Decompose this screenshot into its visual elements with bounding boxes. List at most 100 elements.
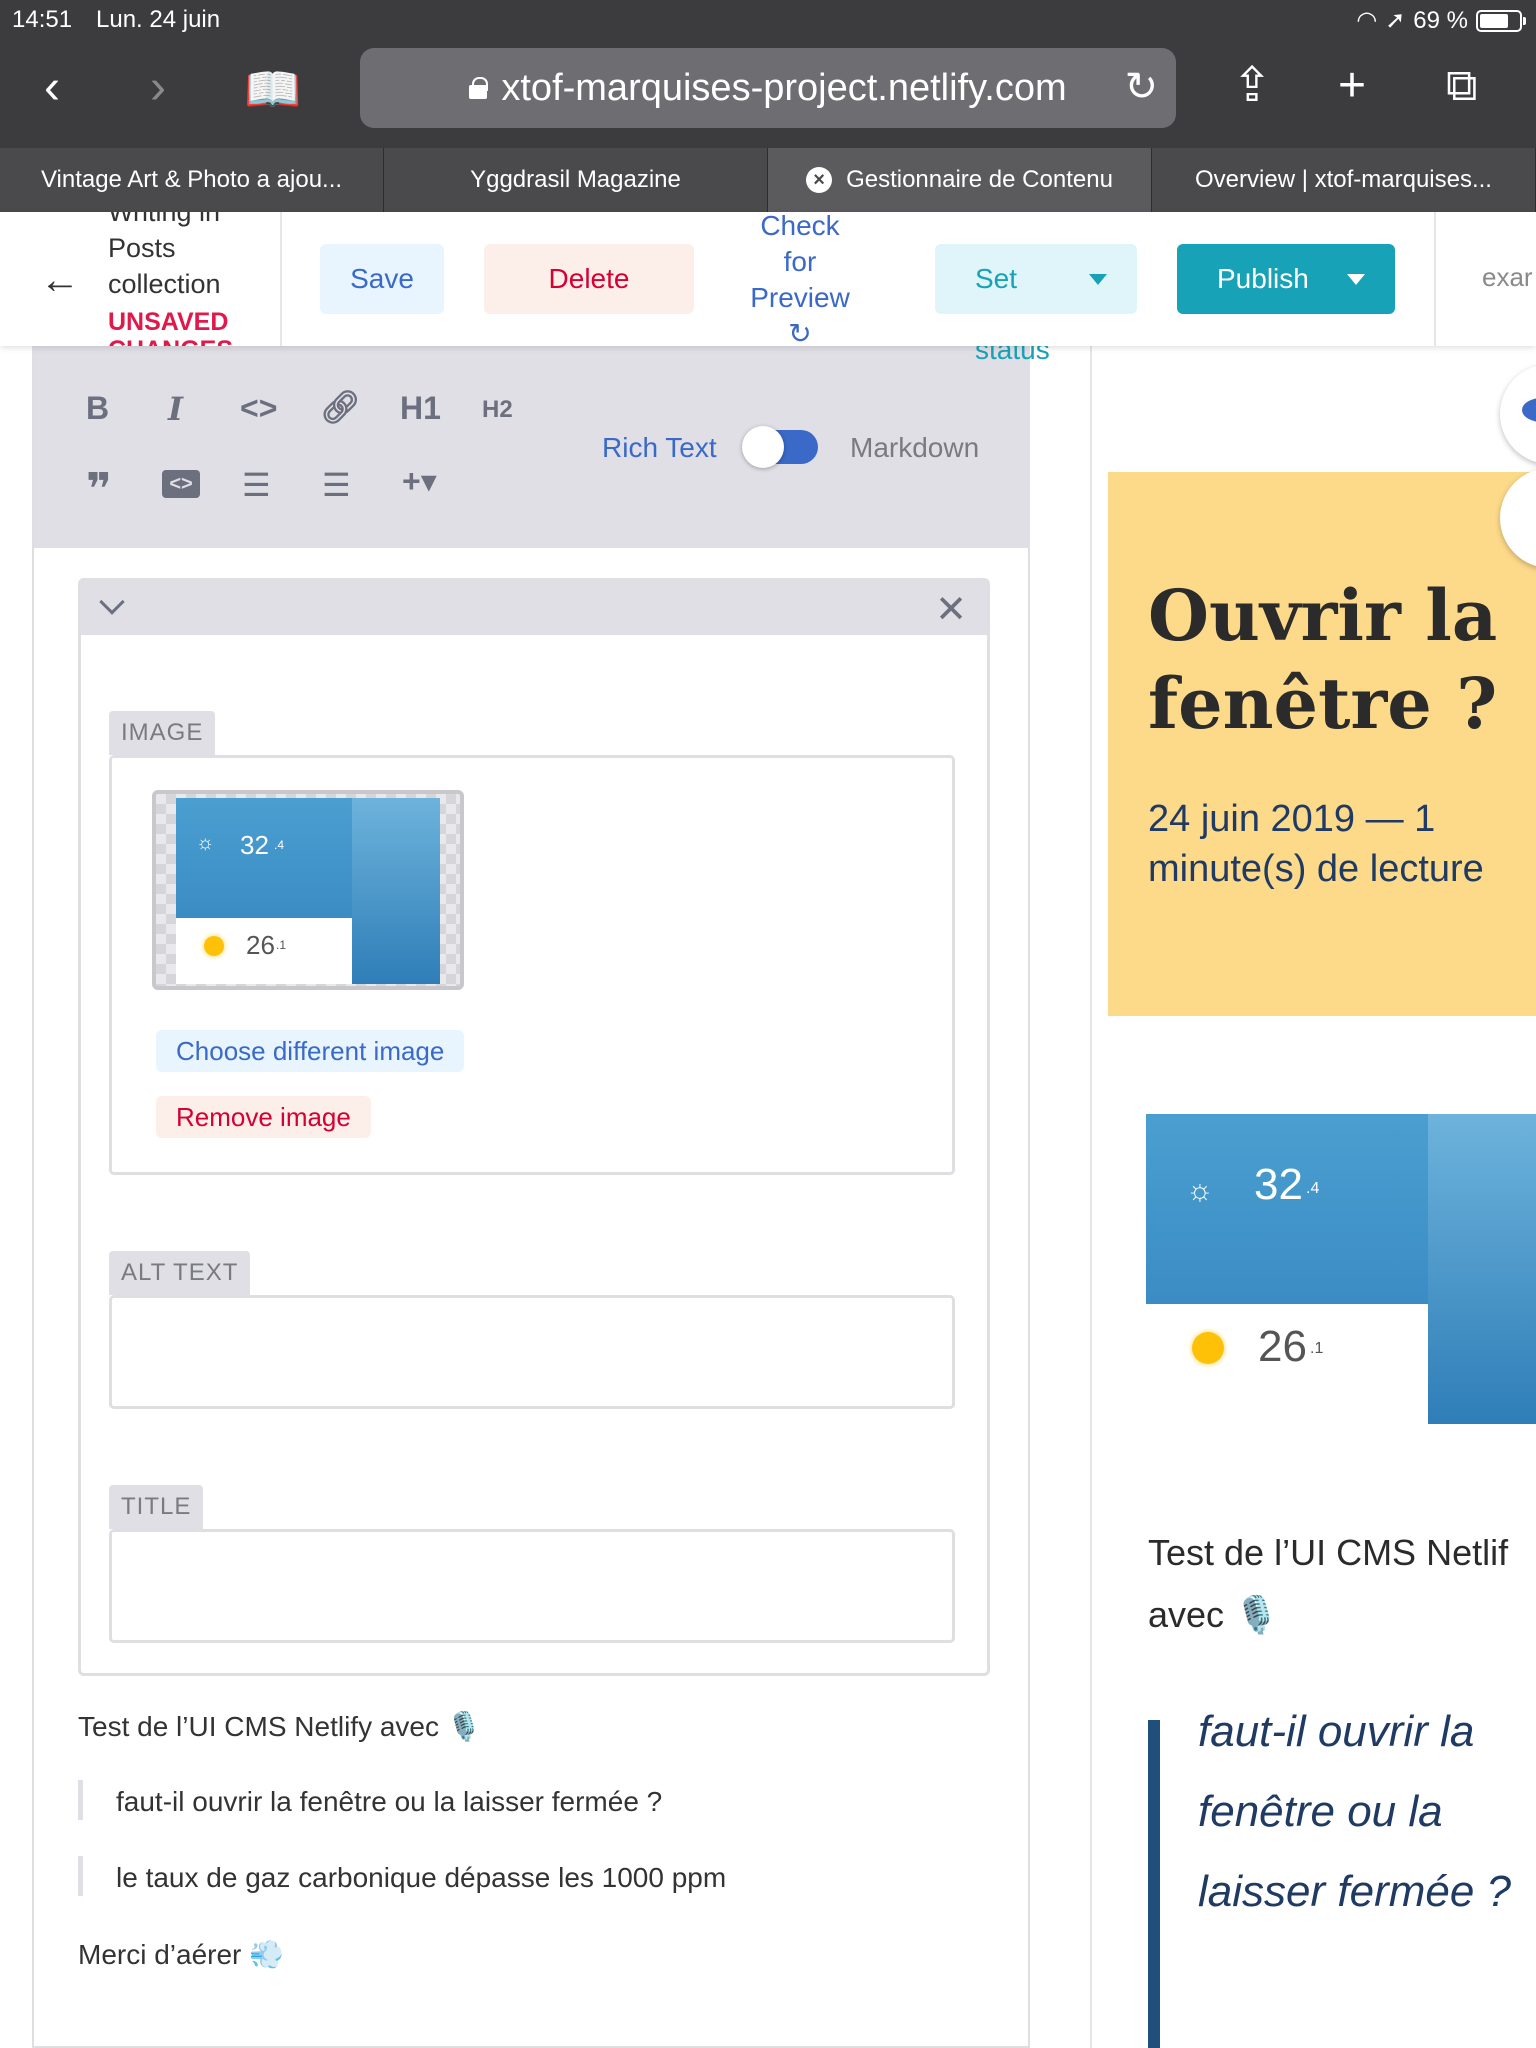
collection-line1: Writing in — [108, 212, 221, 227]
publish-button[interactable]: Publish — [1177, 244, 1395, 314]
alt-text-input[interactable] — [109, 1295, 955, 1409]
caret-down-icon — [1089, 274, 1107, 285]
weather-temp-2: 26 — [246, 930, 275, 960]
share-icon[interactable]: ⇪ — [1232, 62, 1272, 110]
quote-bar — [78, 1780, 83, 1820]
tab-gestionnaire[interactable]: × Gestionnaire de Contenu — [768, 148, 1152, 212]
delete-button[interactable]: Delete — [484, 244, 694, 314]
header-divider — [1434, 212, 1436, 346]
tab-label: Overview | xtof-marquises... — [1195, 166, 1492, 193]
rich-text-toolbar: B I <> 🔗︎ H1 H2 ❞ <> ☰ ☰ +▾ Rich Text Ma… — [34, 346, 1030, 548]
browser-toolbar: ‹ › 📖 xtof-marquises-project.netlify.com… — [0, 40, 1536, 148]
numbered-list-icon[interactable]: ☰ — [322, 466, 351, 504]
remove-image-button[interactable]: Remove image — [156, 1096, 371, 1138]
location-icon: ➚ — [1385, 7, 1406, 34]
close-tab-icon[interactable]: × — [806, 167, 833, 193]
preview-title: Ouvrir la fenêtre ? — [1148, 574, 1498, 745]
caret-down-icon — [1347, 274, 1365, 285]
bold-button[interactable]: B — [86, 390, 109, 427]
code-block-icon[interactable]: <> — [162, 470, 200, 498]
unsaved-line2: CHANGES — [108, 336, 233, 346]
title-input[interactable] — [109, 1529, 955, 1643]
tab-label: Gestionnaire de Contenu — [846, 166, 1113, 193]
image-field: 32 .4 ☼ 26 .1 Choose different image Rem… — [109, 755, 955, 1175]
collection-line2: Posts — [108, 233, 176, 263]
bookmarks-icon[interactable]: 📖 — [244, 66, 301, 112]
check-for-preview-button[interactable]: Check for Preview ↻ — [740, 212, 860, 346]
weather-temp-2-decimal: .1 — [276, 938, 287, 952]
tab-yggdrasil[interactable]: Yggdrasil Magazine — [384, 148, 768, 212]
preview-weather-image: ☼ 32 .4 26 .1 — [1146, 1114, 1536, 1424]
header-divider — [280, 212, 282, 346]
check-line2: for — [783, 246, 817, 277]
body-paragraph-1[interactable]: Test de l’UI CMS Netlify avec 🎙️ — [78, 1710, 482, 1743]
collection-link[interactable]: Writing in Posts collection — [108, 212, 221, 302]
sun-icon — [1192, 1332, 1224, 1364]
component-header: ✕ — [81, 581, 987, 635]
set-label: Set — [975, 263, 1018, 294]
ios-status-bar: 14:51 Lun. 24 juin ◠ ➚ 69 % — [0, 0, 1536, 40]
title-label: TITLE — [109, 1485, 204, 1529]
wifi-icon: ◠ — [1356, 7, 1378, 34]
lock-icon — [469, 77, 489, 99]
heading1-button[interactable]: H1 — [400, 390, 441, 427]
status-time: 14:51 — [12, 6, 73, 33]
weather-screenshot: 32 .4 ☼ 26 .1 — [176, 798, 440, 984]
link-icon[interactable]: 🔗︎ — [320, 388, 361, 426]
tab-overview[interactable]: Overview | xtof-marquises... — [1152, 148, 1536, 212]
weather-graph — [352, 798, 440, 984]
heading2-button[interactable]: H2 — [482, 396, 513, 424]
set-status-button[interactable]: Set — [935, 244, 1137, 314]
check-line3: Preview — [750, 282, 850, 313]
toggle-knob — [742, 426, 784, 468]
close-icon[interactable]: ✕ — [935, 587, 967, 632]
weather-temp-2-decimal: .1 — [1310, 1340, 1324, 1357]
preview-quote-bar — [1148, 1720, 1160, 2048]
body-paragraph-2[interactable]: Merci d’aérer 💨 — [78, 1938, 284, 1971]
image-field-label: IMAGE — [109, 711, 216, 755]
preview-text-line1: Test de l’UI CMS Netlif — [1148, 1532, 1509, 1573]
cloud-sun-icon: ☼ — [1186, 1174, 1214, 1207]
mode-toggle[interactable] — [742, 426, 818, 468]
preview-pane: Ouvrir la fenêtre ? 24 juin 2019 — 1 min… — [1090, 346, 1536, 2048]
tabs-overview-icon[interactable]: ⧉ — [1446, 64, 1477, 108]
tab-label: Yggdrasil Magazine — [470, 166, 681, 193]
weather-temp-decimal: .4 — [1306, 1180, 1320, 1197]
unsaved-line1: UNSAVED — [108, 308, 229, 336]
add-component-icon[interactable]: +▾ — [402, 462, 437, 500]
weather-temp-decimal: .4 — [274, 838, 285, 852]
sun-icon — [204, 936, 224, 956]
italic-button[interactable]: I — [168, 390, 183, 428]
choose-different-image-button[interactable]: Choose different image — [156, 1030, 465, 1072]
eye-icon[interactable] — [1500, 364, 1536, 464]
tab-strip: Vintage Art & Photo a ajou... Yggdrasil … — [0, 148, 1536, 212]
markdown-label: Markdown — [850, 432, 980, 463]
tab-label: Vintage Art & Photo a ajou... — [40, 166, 343, 193]
save-button[interactable]: Save — [320, 244, 444, 314]
new-tab-icon[interactable]: + — [1338, 62, 1366, 110]
tab-vintage-art[interactable]: Vintage Art & Photo a ajou... — [0, 148, 384, 212]
weather-graph — [1428, 1114, 1536, 1424]
body-quote-2[interactable]: le taux de gaz carbonique dépasse les 10… — [116, 1862, 726, 1894]
weather-temp-2: 26 — [1258, 1322, 1307, 1371]
back-icon[interactable]: ‹ — [44, 64, 60, 112]
address-bar[interactable]: xtof-marquises-project.netlify.com ↻ — [360, 48, 1176, 128]
status-right: ◠ ➚ 69 % — [1356, 6, 1526, 35]
collection-line3: collection — [108, 269, 221, 299]
status-date: Lun. 24 juin — [96, 6, 221, 33]
quote-icon[interactable]: ❞ — [86, 468, 112, 512]
image-component: ✕ IMAGE 32 .4 ☼ 26 .1 Choose different i… — [78, 578, 990, 1676]
battery-percent: 69 % — [1413, 6, 1468, 34]
editor-pane: B I <> 🔗︎ H1 H2 ❞ <> ☰ ☰ +▾ Rich Text Ma… — [32, 346, 1030, 2048]
preview-text-line2: avec 🎙️ — [1148, 1594, 1279, 1635]
reload-icon[interactable]: ↻ — [1124, 64, 1158, 110]
collapse-chevron-icon[interactable] — [99, 589, 125, 615]
cms-header: ← Writing in Posts collection UNSAVED CH… — [0, 212, 1536, 346]
code-button[interactable]: <> — [240, 390, 277, 427]
example-link[interactable]: exar — [1482, 262, 1533, 293]
back-to-collection-icon[interactable]: ← — [40, 258, 80, 303]
bulleted-list-icon[interactable]: ☰ — [242, 466, 271, 504]
forward-icon[interactable]: › — [150, 64, 166, 112]
unsaved-changes-badge: UNSAVED CHANGES — [108, 308, 233, 346]
body-quote-1[interactable]: faut-il ouvrir la fenêtre ou la laisser … — [116, 1786, 662, 1818]
